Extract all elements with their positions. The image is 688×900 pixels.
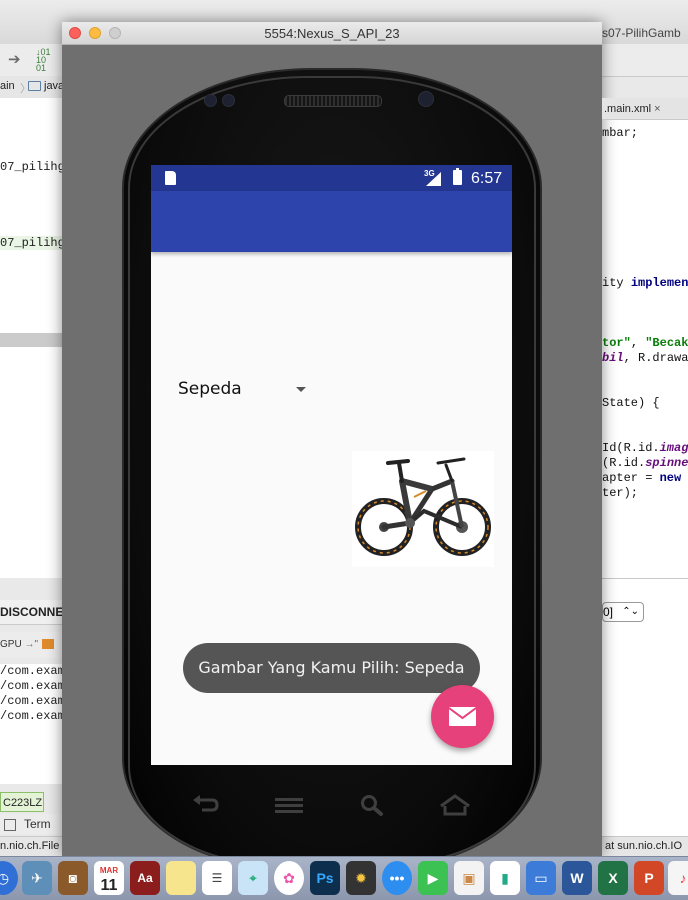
code-line: ity implement <box>602 276 688 290</box>
breadcrumb-item-java[interactable]: java <box>28 80 64 92</box>
movavi-icon[interactable]: ✹ <box>346 861 376 895</box>
back-button[interactable] <box>190 794 220 816</box>
code-line: apter = new A <box>602 471 682 485</box>
emulator-titlebar[interactable]: 5554:Nexus_S_API_23 <box>62 22 602 45</box>
code-line: State) { <box>602 396 660 410</box>
home-button[interactable] <box>438 794 472 816</box>
terminal-tab-label: Term <box>24 817 51 831</box>
emulator-title: 5554:Nexus_S_API_23 <box>264 26 400 41</box>
code-line: (R.id.spinner <box>602 456 688 470</box>
messages-icon[interactable]: ••• <box>382 861 412 895</box>
network-type: 3G <box>424 169 435 178</box>
code-line: tor", "Becak <box>602 336 688 350</box>
device-chip[interactable]: C223LZ <box>0 792 44 812</box>
project-tree-item-selected[interactable]: 07_pilihgam <box>0 236 62 250</box>
logcat-line: /com.exam <box>0 679 62 693</box>
app-toolbar <box>151 191 512 252</box>
search-button[interactable] <box>360 794 384 816</box>
code-line: Id(R.id.image <box>602 441 688 455</box>
status-clock: 6:57 <box>471 170 503 187</box>
photoshop-icon[interactable]: Ps <box>310 861 340 895</box>
log-level-value: 0] <box>603 605 614 619</box>
envelope-icon <box>448 707 477 726</box>
sd-card-icon <box>165 171 176 185</box>
status-text-left: n.nio.ch.File <box>0 840 60 852</box>
gpu-monitor-tab[interactable]: GPU →" <box>0 632 62 658</box>
safari-icon[interactable]: ◷ <box>0 861 18 895</box>
maps-icon[interactable]: ⌖ <box>238 861 268 895</box>
reminders-icon[interactable]: ☰ <box>202 861 232 895</box>
code-line: mbar; <box>602 126 639 140</box>
image-capture-icon[interactable]: ▣ <box>454 861 484 895</box>
updown-chevron-icon: ⌃⌄ <box>622 606 639 617</box>
logcat-line: /com.exam <box>0 694 62 708</box>
log-level-select[interactable]: 0] ⌃⌄ <box>602 602 644 622</box>
numbers-icon[interactable]: ▮ <box>490 861 520 895</box>
preview-bird-icon[interactable]: ✈ <box>22 861 52 895</box>
email-fab[interactable] <box>431 685 494 748</box>
music-icon[interactable]: ♪ <box>668 861 688 895</box>
binary-debug-icon[interactable]: ↓01 10 01 <box>36 48 51 73</box>
photos-icon[interactable]: ✿ <box>274 861 304 895</box>
spinner-selected-value: Sepeda <box>178 379 242 399</box>
code-line: ter); <box>602 486 639 500</box>
dictionary-icon[interactable]: Aa <box>130 861 160 895</box>
calendar-icon[interactable]: MAR 11 <box>94 861 124 895</box>
calendar-month: MAR <box>99 866 119 875</box>
notes-icon[interactable] <box>166 861 196 895</box>
dropdown-arrow-icon <box>296 387 306 392</box>
ide-title: s07-PilihGamb <box>602 26 681 40</box>
word-icon[interactable]: W <box>562 861 592 895</box>
image-spinner[interactable]: Sepeda <box>178 377 318 401</box>
android-screen[interactable]: 3G 6:57 Sepeda Gambar Yang Kamu Pilih: S… <box>151 165 512 765</box>
folder-icon <box>28 81 41 92</box>
terminal-tab[interactable]: Term <box>0 814 62 834</box>
calendar-day: 11 <box>100 877 118 894</box>
emulator-window: 5554:Nexus_S_API_23 3G 6:57 Sepeda Gamba… <box>62 22 602 868</box>
code-line: bil, R.drawab <box>602 351 688 365</box>
breadcrumb: ain 〉 java <box>0 76 64 99</box>
light-sensor <box>222 94 235 107</box>
panel-divider <box>0 333 62 347</box>
macos-dock: ◷ ✈ ◙ MAR 11 Aa ☰ ⌖ ✿ Ps ✹ ••• ▶ ▣ ▮ ▭ W … <box>0 856 688 900</box>
menu-button[interactable] <box>274 796 304 814</box>
proximity-sensor <box>204 94 217 107</box>
gpu-arrow-icon: →" <box>24 639 39 650</box>
terminal-icon <box>4 818 16 831</box>
keynote-icon[interactable]: ▭ <box>526 861 556 895</box>
project-tree: 07_pilihgam 07_pilihgam <box>0 98 62 578</box>
disconnect-label[interactable]: DISCONNE <box>0 600 63 625</box>
earpiece-speaker <box>284 95 382 107</box>
editor-tab-main-xml[interactable]: .main.xml × <box>602 98 688 120</box>
facetime-icon[interactable]: ▶ <box>418 861 448 895</box>
logcat-panel: /com.exam /com.exam /com.exam /com.exam <box>0 664 62 784</box>
contacts-icon[interactable]: ◙ <box>58 861 88 895</box>
bicycle-icon <box>355 457 491 556</box>
logcat-line: /com.exam <box>0 709 62 723</box>
project-tree-item[interactable]: 07_pilihgam <box>0 160 62 174</box>
run-arrow-icon[interactable]: ➔ <box>8 50 21 68</box>
powerpoint-icon[interactable]: P <box>634 861 664 895</box>
editor-tab-label: .main.xml <box>604 103 652 115</box>
breadcrumb-item-main[interactable]: ain <box>0 80 15 92</box>
android-status-bar: 3G 6:57 <box>151 165 512 191</box>
close-tab-icon[interactable]: × <box>654 103 660 115</box>
battery-icon <box>453 168 462 185</box>
memory-chart-icon <box>42 639 55 650</box>
gpu-label: GPU <box>0 639 22 650</box>
logcat-line: /com.exam <box>0 664 62 678</box>
front-camera <box>418 91 434 107</box>
excel-icon[interactable]: X <box>598 861 628 895</box>
selected-image <box>352 451 494 567</box>
status-text-right: at sun.nio.ch.IO <box>605 840 683 852</box>
